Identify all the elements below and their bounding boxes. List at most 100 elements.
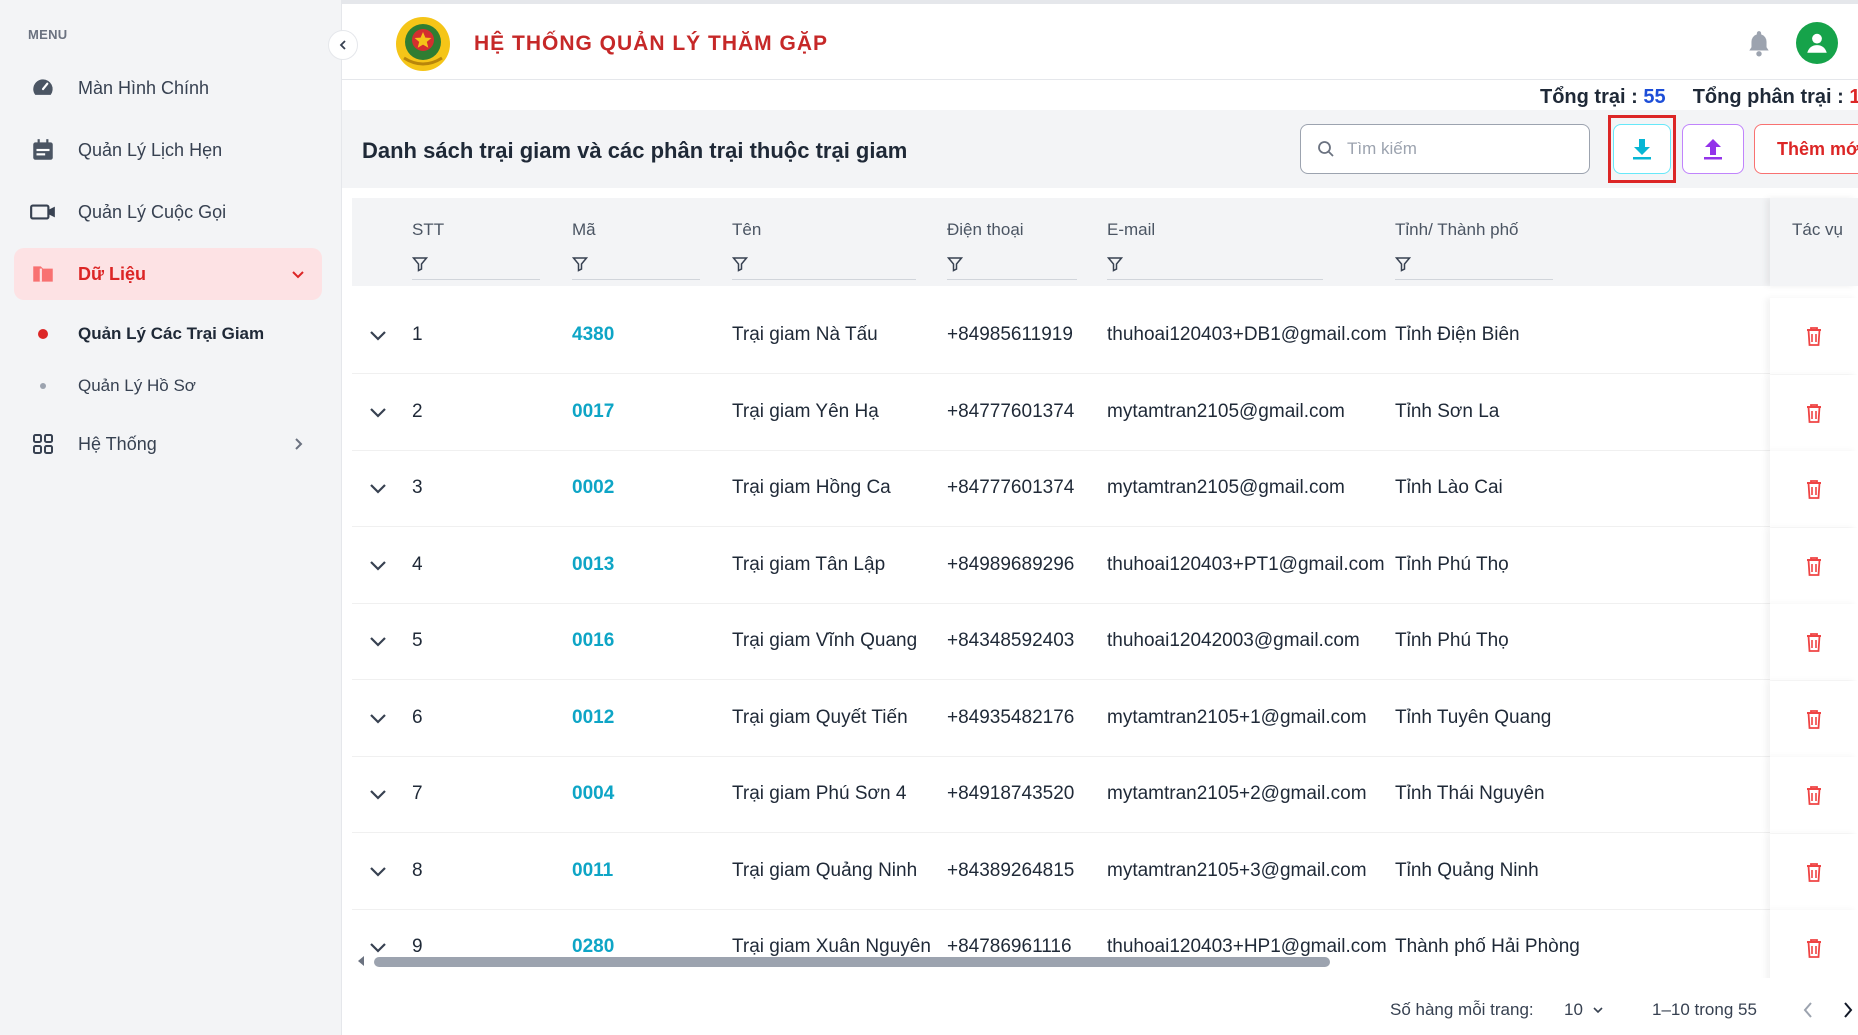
add-new-button[interactable]: Thêm mới — [1754, 124, 1858, 174]
cell-province: Tỉnh Lào Cai — [1395, 477, 1503, 498]
table-row[interactable]: 6 0012 Trại giam Quyết Tiến +84935482176 myt… — [352, 680, 1858, 757]
expand-row-chevron-icon[interactable] — [366, 707, 390, 731]
expand-row-chevron-icon[interactable] — [366, 477, 390, 501]
cell-code[interactable]: 0002 — [572, 477, 614, 499]
sidebar-subitem-records[interactable]: Quản Lý Hồ Sơ — [14, 366, 322, 406]
sidebar-subitem-prison-management[interactable]: Quản Lý Các Trại Giam — [14, 314, 322, 354]
filter-email[interactable] — [1107, 248, 1323, 280]
delete-trash-icon[interactable] — [1804, 861, 1824, 883]
cell-email: mytamtran2105+3@gmail.com — [1107, 859, 1367, 881]
delete-trash-icon[interactable] — [1804, 784, 1824, 806]
previous-page-button[interactable] — [1796, 998, 1820, 1022]
delete-trash-icon[interactable] — [1804, 402, 1824, 424]
total-subcamps-value: 1 — [1849, 86, 1858, 108]
cell-province: Tỉnh Sơn La — [1395, 400, 1500, 422]
expand-row-chevron-icon[interactable] — [366, 554, 390, 578]
table-row[interactable]: 8 0011 Trại giam Quảng Ninh +84389264815 myt… — [352, 833, 1858, 910]
column-header-actions: Tác vụ — [1792, 220, 1844, 239]
filter-stt[interactable] — [412, 248, 540, 280]
cell-code[interactable]: 0016 — [572, 630, 614, 652]
scroll-left-arrow-icon[interactable] — [356, 955, 366, 967]
sidebar-item-system[interactable]: Hệ Thống — [14, 418, 322, 470]
delete-trash-icon[interactable] — [1804, 478, 1824, 500]
cell-code[interactable]: 0011 — [572, 860, 613, 882]
horizontal-scrollbar[interactable] — [356, 954, 1858, 968]
search-icon — [1317, 140, 1335, 158]
calendar-icon — [28, 135, 58, 165]
expand-row-chevron-icon[interactable] — [366, 860, 390, 884]
column-header-email: E-mail — [1107, 220, 1156, 239]
upload-icon — [1704, 139, 1722, 160]
table-row[interactable]: 1 4380 Trại giam Nà Tấu +84985611919 thuhoai… — [352, 298, 1858, 374]
notification-bell-icon[interactable] — [1742, 26, 1776, 60]
cell-province: Tỉnh Phú Thọ — [1395, 630, 1509, 651]
delete-trash-icon[interactable] — [1804, 631, 1824, 653]
actions-cell — [1770, 374, 1858, 451]
actions-cell — [1770, 527, 1858, 604]
cell-email: mytamtran2105@gmail.com — [1107, 477, 1345, 498]
filter-icon — [1107, 256, 1123, 272]
app-title: HỆ THỐNG QUẢN LÝ THĂM GẶP — [474, 32, 828, 55]
delete-trash-icon[interactable] — [1804, 555, 1824, 577]
cell-phone: +84985611919 — [947, 324, 1073, 345]
upload-button[interactable] — [1682, 124, 1744, 174]
table-row[interactable]: 2 0017 Trại giam Yên Hạ +84777601374 mytamtr… — [352, 374, 1858, 451]
table-row[interactable]: 3 0002 Trại giam Hồng Ca +84777601374 mytamt… — [352, 451, 1858, 527]
rows-per-page-select[interactable]: 10 — [1564, 1000, 1605, 1020]
cell-phone: +84348592403 — [947, 630, 1075, 651]
cell-code[interactable]: 0017 — [572, 401, 614, 423]
sidebar-item-dashboard[interactable]: Màn Hình Chính — [14, 62, 322, 114]
expand-row-chevron-icon[interactable] — [366, 401, 390, 425]
rows-per-page-value: 10 — [1564, 1000, 1583, 1019]
table-header: STT Mã Tên Điện thoại E-mail Tỉnh/ Thành… — [352, 198, 1858, 286]
filter-icon — [732, 256, 748, 272]
cell-province: Tỉnh Thái Nguyên — [1395, 783, 1545, 804]
list-toolbar: Danh sách trại giam và các phân trại thu… — [342, 110, 1858, 188]
sidebar-collapse-button[interactable] — [328, 30, 358, 60]
cell-province: Tỉnh Tuyên Quang — [1395, 706, 1552, 728]
sidebar-item-calls[interactable]: Quản Lý Cuộc Gọi — [14, 186, 322, 238]
table-row[interactable]: 5 0016 Trại giam Vĩnh Quang +84348592403 thu… — [352, 604, 1858, 680]
next-page-button[interactable] — [1836, 998, 1858, 1022]
filter-phone[interactable] — [947, 248, 1077, 280]
chevron-down-icon — [1593, 1007, 1603, 1014]
sidebar-item-appointments[interactable]: Quản Lý Lịch Hẹn — [14, 124, 322, 176]
filter-province[interactable] — [1395, 248, 1553, 280]
download-button[interactable] — [1613, 124, 1671, 174]
cell-stt: 2 — [412, 400, 423, 422]
sidebar-item-label: Quản Lý Lịch Hẹn — [78, 139, 223, 160]
search-box[interactable] — [1300, 124, 1590, 174]
cell-code[interactable]: 0012 — [572, 707, 614, 729]
active-dot-icon — [38, 329, 48, 339]
table-row[interactable]: 7 0004 Trại giam Phú Sơn 4 +84918743520 myta… — [352, 757, 1858, 833]
cell-email: thuhoai120403+PT1@gmail.com — [1107, 553, 1385, 575]
scrollbar-thumb[interactable] — [374, 957, 1330, 967]
total-camps-value: 55 — [1643, 86, 1666, 108]
search-input[interactable] — [1347, 139, 1577, 159]
table-row[interactable]: 4 0013 Trại giam Tân Lập +84989689296 thuhoa… — [352, 527, 1858, 604]
cell-stt: 1 — [412, 324, 423, 345]
sidebar-item-data[interactable]: Dữ Liệu — [14, 248, 322, 300]
column-header-name: Tên — [732, 220, 762, 239]
cell-code[interactable]: 0013 — [572, 554, 614, 576]
delete-trash-icon[interactable] — [1804, 325, 1824, 347]
column-header-stt: STT — [412, 220, 445, 239]
delete-trash-icon[interactable] — [1804, 708, 1824, 730]
user-icon — [1807, 33, 1827, 53]
user-avatar[interactable] — [1796, 22, 1838, 64]
expand-row-chevron-icon[interactable] — [366, 324, 390, 348]
grid-icon — [28, 429, 58, 459]
total-camps-label: Tổng trại : — [1540, 86, 1638, 108]
filter-name[interactable] — [732, 248, 916, 280]
folder-icon — [28, 259, 58, 289]
cell-code[interactable]: 0004 — [572, 783, 614, 805]
expand-row-chevron-icon[interactable] — [366, 630, 390, 654]
cell-code[interactable]: 4380 — [572, 324, 614, 346]
expand-row-chevron-icon[interactable] — [366, 783, 390, 807]
cell-stt: 6 — [412, 706, 423, 728]
actions-cell — [1770, 757, 1858, 833]
filter-code[interactable] — [572, 248, 700, 280]
cell-phone: +84989689296 — [947, 553, 1075, 575]
cell-phone: +84777601374 — [947, 400, 1075, 422]
cell-stt: 4 — [412, 553, 423, 575]
